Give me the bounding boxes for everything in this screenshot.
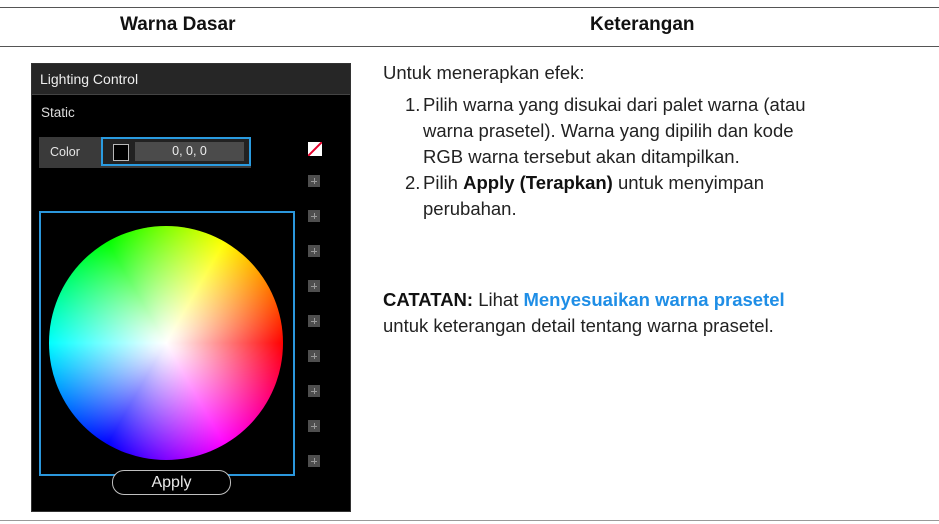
preset-color-slot-add-icon[interactable] bbox=[308, 280, 320, 292]
selected-color-swatch bbox=[113, 144, 129, 161]
step-1-number: 1. bbox=[405, 94, 421, 115]
column-header-description: Keterangan bbox=[590, 14, 695, 35]
step-2-text: Pilih Apply (Terapkan) untuk menyimpan p… bbox=[423, 170, 764, 222]
preset-color-slot-add-icon[interactable] bbox=[308, 245, 320, 257]
color-field[interactable]: 0, 0, 0 bbox=[101, 137, 251, 166]
rgb-value-field[interactable]: 0, 0, 0 bbox=[135, 142, 244, 161]
color-label: Color bbox=[50, 145, 80, 159]
preset-color-slot-add-icon[interactable] bbox=[308, 350, 320, 362]
color-wheel[interactable] bbox=[49, 226, 283, 460]
preset-color-slot-add-icon[interactable] bbox=[308, 420, 320, 432]
preset-color-slot-add-icon[interactable] bbox=[308, 315, 320, 327]
column-header-basic-color: Warna Dasar bbox=[120, 14, 236, 35]
table-top-rule bbox=[0, 7, 939, 8]
step-2-pre-text: Pilih bbox=[423, 172, 464, 193]
step-2-line-1: Pilih Apply (Terapkan) untuk menyimpan bbox=[423, 170, 764, 196]
color-row: Color 0, 0, 0 bbox=[39, 137, 251, 168]
no-color-swatch[interactable] bbox=[308, 142, 322, 156]
preset-color-slot-add-icon[interactable] bbox=[308, 210, 320, 222]
instructions-intro: Untuk menerapkan efek: bbox=[383, 62, 585, 83]
step-2-post-text: untuk menyimpan bbox=[612, 172, 765, 193]
table-bottom-rule bbox=[0, 520, 939, 521]
note-line-2: untuk keterangan detail tentang warna pr… bbox=[383, 315, 774, 336]
step-1-line-1: Pilih warna yang disukai dari palet warn… bbox=[423, 94, 806, 115]
preset-color-slot-add-icon[interactable] bbox=[308, 385, 320, 397]
color-wheel-frame bbox=[39, 211, 295, 476]
effect-mode-label: Static bbox=[41, 105, 75, 120]
step-1-text: Pilih warna yang disukai dari palet warn… bbox=[423, 92, 806, 170]
step-1-line-3: RGB warna tersebut akan ditampilkan. bbox=[423, 146, 740, 167]
apply-button[interactable]: Apply bbox=[112, 470, 231, 495]
panel-title: Lighting Control bbox=[32, 64, 350, 94]
lighting-control-panel: Lighting Control Static Color 0, 0, 0 Ap… bbox=[31, 63, 351, 512]
note-pre-text: Lihat bbox=[473, 289, 524, 310]
note-label: CATATAN: bbox=[383, 289, 474, 310]
step-1-line-2: warna prasetel). Warna yang dipilih dan … bbox=[423, 120, 794, 141]
preset-color-slot-add-icon[interactable] bbox=[308, 455, 320, 467]
panel-divider bbox=[32, 94, 350, 95]
step-2-line-2: perubahan. bbox=[423, 198, 517, 219]
preset-color-slot-add-icon[interactable] bbox=[308, 175, 320, 187]
note-line-1: CATATAN: Lihat Menyesuaikan warna praset… bbox=[383, 287, 939, 313]
preset-color-link[interactable]: Menyesuaikan warna prasetel bbox=[523, 289, 784, 310]
step-2-number: 2. bbox=[405, 172, 421, 193]
apply-term: Apply (Terapkan) bbox=[463, 172, 613, 193]
table-header-rule bbox=[0, 46, 939, 47]
note: CATATAN: Lihat Menyesuaikan warna praset… bbox=[383, 287, 939, 339]
